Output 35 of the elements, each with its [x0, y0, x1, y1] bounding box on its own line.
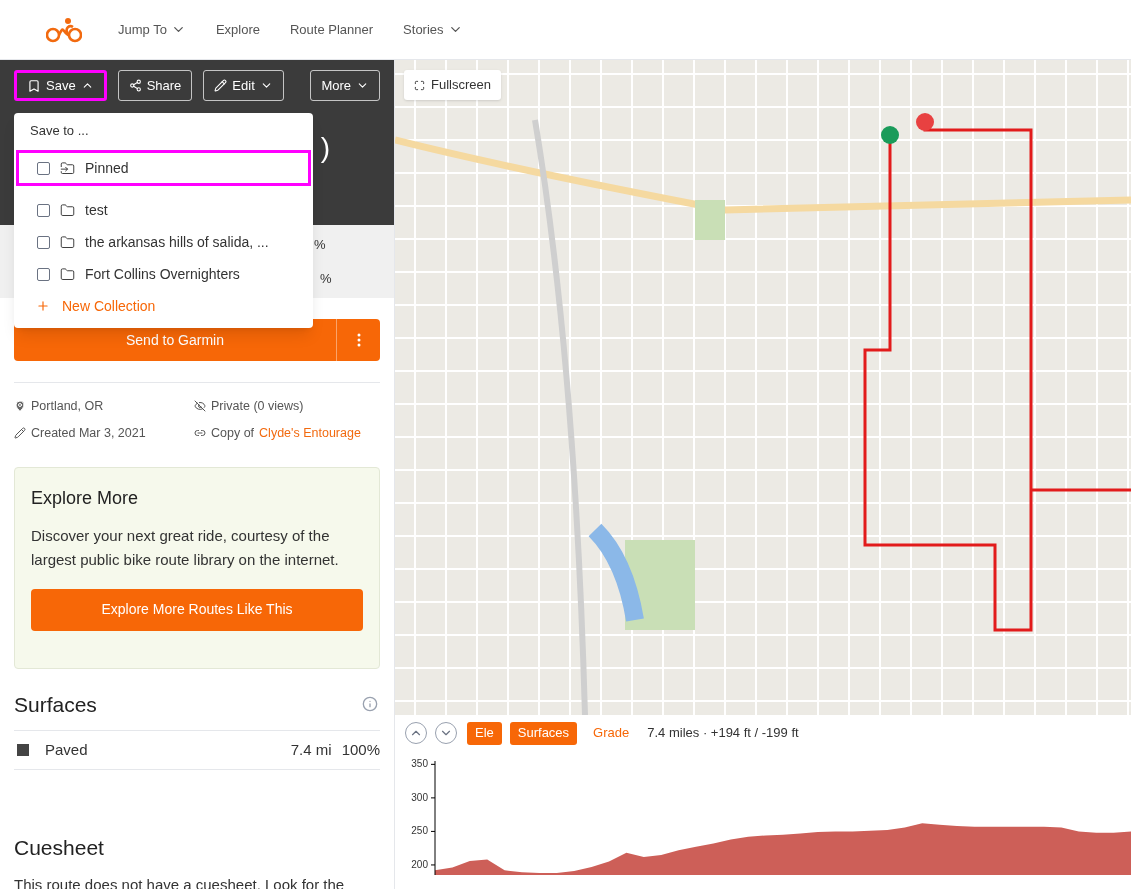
fullscreen-button[interactable]: Fullscreen: [404, 70, 501, 100]
card-text: Discover your next great ride, courtesy of the largest public bike route library on the internet.: [31, 525, 340, 570]
collection-item[interactable]: Fort Collins Overnighters: [14, 258, 313, 290]
nav-link[interactable]: Jump To: [118, 19, 186, 40]
section-title: Surfaces: [14, 691, 97, 718]
route-title: ): [320, 131, 330, 165]
collection-item[interactable]: Pinned: [16, 150, 311, 186]
axis-tick-label: 250: [411, 825, 428, 837]
collection-item[interactable]: the arkansas hills of salida, ...: [14, 226, 313, 258]
save-button[interactable]: Save: [14, 70, 107, 101]
edit-button[interactable]: Edit: [203, 70, 284, 101]
menu-heading: Save to ...: [29, 123, 90, 139]
map-placeholder[interactable]: Fullscreen: [395, 60, 1131, 715]
collection-item[interactable]: test: [14, 194, 313, 226]
nav-link[interactable]: Route Planner: [290, 19, 374, 40]
section-title: Cuesheet: [14, 835, 105, 861]
created-date: Created Mar 3, 2021: [31, 424, 146, 442]
copy-of-text: Copy of: [211, 424, 255, 442]
stat-value: %: [314, 236, 327, 254]
stat-value: %: [319, 269, 333, 288]
card-title: Explore More: [31, 486, 140, 510]
location-text: Portland, OR: [31, 398, 104, 415]
surface-percent: 100%: [341, 739, 380, 760]
share-button[interactable]: Share: [117, 70, 193, 101]
surface-name: Paved: [45, 739, 89, 760]
nav-link[interactable]: Stories: [403, 19, 463, 40]
more-button[interactable]: More: [310, 70, 380, 101]
axis-tick-label: 300: [411, 791, 428, 803]
nav-link[interactable]: Explore: [215, 19, 260, 40]
axis-tick-label: 200: [411, 858, 428, 870]
cuesheet-text: This route does not have a cuesheet. Look for the: [14, 874, 346, 889]
surface-distance: 7.4 mi: [290, 739, 332, 760]
axis-tick-label: 350: [411, 758, 428, 770]
route-summary: 7.4 miles · +194 ft / -199 ft: [647, 724, 799, 743]
privacy-text: Private (0 views): [211, 398, 304, 415]
